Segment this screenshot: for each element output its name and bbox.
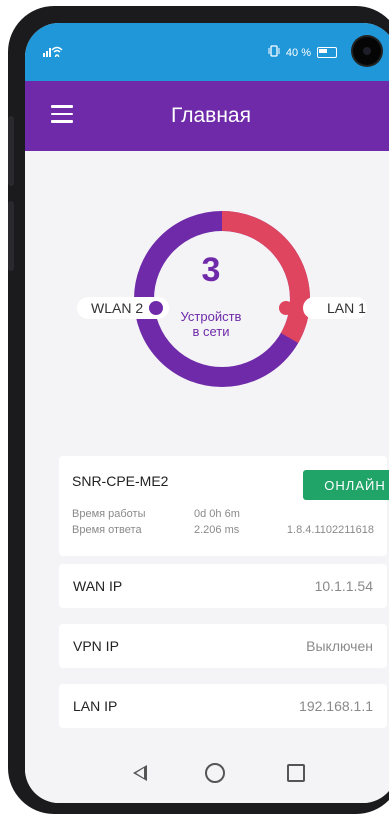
device-card[interactable]: SNR-CPE-ME2 ОНЛАЙН Время работы 0d 0h 6m… — [59, 456, 389, 556]
device-name: SNR-CPE-ME2 — [72, 473, 169, 489]
lan-ip-label: LAN IP — [73, 698, 118, 714]
lan-ip-row[interactable]: LAN IP 192.168.1.1 — [59, 684, 387, 728]
status-right: 40 % — [268, 45, 337, 60]
page-title: Главная — [171, 104, 251, 127]
online-status-button[interactable]: ОНЛАЙН — [303, 470, 389, 500]
screen: 40 % Главная WLAN 2 LAN 1 3 Устройств в … — [25, 23, 389, 803]
lan-ip-value: 192.168.1.1 — [299, 698, 373, 714]
response-value: 2.206 ms — [194, 524, 240, 536]
wan-ip-label: WAN IP — [73, 578, 123, 594]
phone-frame: 40 % Главная WLAN 2 LAN 1 3 Устройств в … — [8, 6, 389, 814]
back-icon[interactable] — [133, 765, 147, 781]
device-count-label-line1: Устройств — [180, 309, 242, 324]
devices-ring — [134, 211, 310, 387]
system-nav-bar — [25, 751, 389, 803]
device-count: 3 — [201, 251, 221, 289]
recent-apps-icon[interactable] — [287, 764, 305, 782]
front-camera — [353, 37, 381, 65]
signal-wifi-icon — [43, 45, 69, 60]
device-count-label: Устройств в сети — [25, 309, 389, 339]
vpn-ip-label: VPN IP — [73, 638, 119, 654]
wan-ip-value: 10.1.1.54 — [314, 578, 373, 594]
wan-ip-row[interactable]: WAN IP 10.1.1.54 — [59, 564, 387, 608]
vpn-ip-row[interactable]: VPN IP Выключен — [59, 624, 387, 668]
battery-icon — [317, 47, 337, 58]
device-count-label-line2: в сети — [192, 324, 230, 339]
devices-summary: WLAN 2 LAN 1 3 Устройств в сети — [25, 151, 389, 441]
firmware-version: 1.8.4.1102211618 — [286, 524, 374, 536]
uptime-value: 0d 0h 6m — [194, 508, 240, 520]
phone-side-button — [8, 116, 14, 186]
home-icon[interactable] — [205, 763, 225, 783]
app-bar: Главная — [25, 81, 389, 151]
status-bar: 40 % — [25, 23, 389, 81]
response-label: Время ответа — [72, 524, 142, 536]
battery-percent: 40 % — [285, 46, 311, 59]
uptime-label: Время работы — [72, 508, 146, 520]
phone-screen-bezel: 40 % Главная WLAN 2 LAN 1 3 Устройств в … — [25, 23, 389, 803]
vpn-ip-value: Выключен — [306, 638, 373, 654]
vibrate-icon — [268, 45, 280, 60]
phone-side-button — [8, 201, 14, 271]
